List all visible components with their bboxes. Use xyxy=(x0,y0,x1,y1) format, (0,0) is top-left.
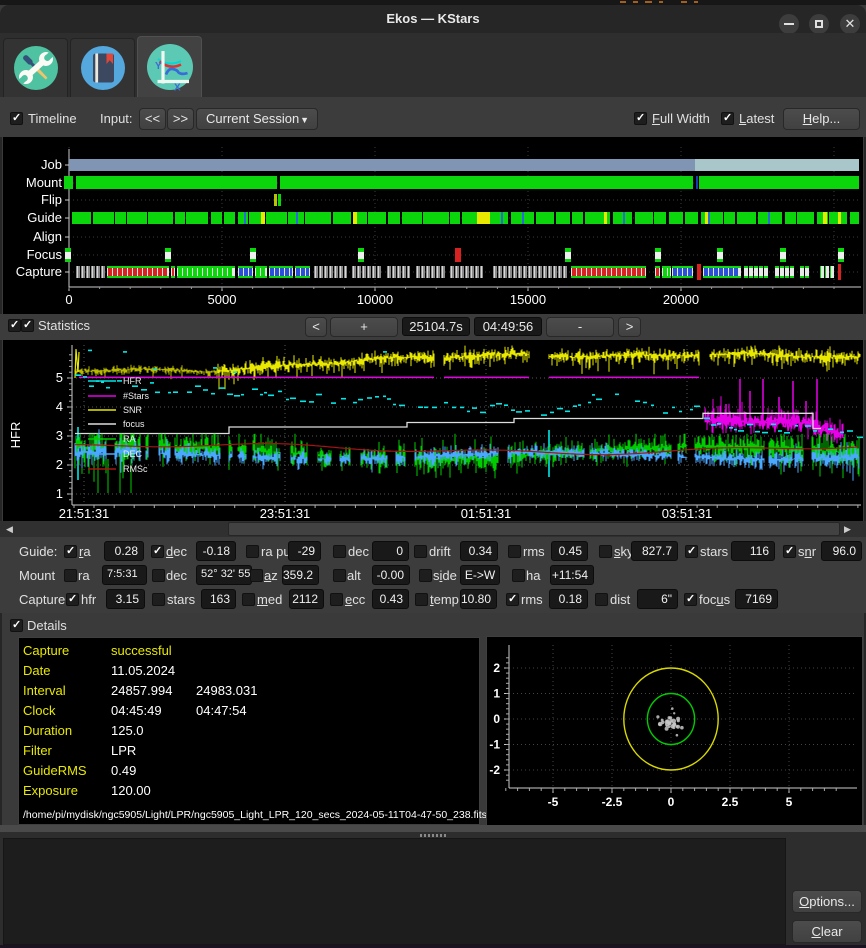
svg-text:2: 2 xyxy=(493,661,500,675)
svg-text:2.5: 2.5 xyxy=(722,795,739,809)
svg-text:5000: 5000 xyxy=(208,292,237,307)
svg-text:5: 5 xyxy=(786,795,793,809)
svg-text:Mount: Mount xyxy=(26,175,63,190)
svg-text:Guide: Guide xyxy=(27,210,62,225)
svg-text:-2.5: -2.5 xyxy=(602,795,623,809)
svg-text:5: 5 xyxy=(56,370,63,385)
svg-text:1: 1 xyxy=(493,687,500,701)
svg-text:0: 0 xyxy=(65,292,72,307)
svg-text:HFR: HFR xyxy=(8,422,23,449)
svg-text:0: 0 xyxy=(493,712,500,726)
svg-text:HFR: HFR xyxy=(123,376,142,386)
svg-text:DEC: DEC xyxy=(123,449,143,459)
svg-text:0: 0 xyxy=(668,795,675,809)
svg-text:-2: -2 xyxy=(489,763,500,777)
svg-text:Capture: Capture xyxy=(16,264,62,279)
svg-text:RA: RA xyxy=(123,434,136,444)
svg-text:2: 2 xyxy=(56,457,63,472)
svg-text:3: 3 xyxy=(56,428,63,443)
svg-text:Focus: Focus xyxy=(27,247,63,262)
svg-text:RMSc: RMSc xyxy=(123,464,148,474)
svg-text:Flip: Flip xyxy=(41,192,62,207)
svg-text:focus: focus xyxy=(123,419,145,429)
svg-text:01:51:31: 01:51:31 xyxy=(461,506,512,521)
svg-text:Job: Job xyxy=(41,157,62,172)
svg-text:10000: 10000 xyxy=(357,292,393,307)
svg-text:20000: 20000 xyxy=(663,292,699,307)
svg-text:4: 4 xyxy=(56,399,63,414)
svg-text:03:51:31: 03:51:31 xyxy=(662,506,713,521)
svg-text:Align: Align xyxy=(33,229,62,244)
svg-text:#Stars: #Stars xyxy=(123,391,150,401)
svg-text:X: X xyxy=(174,83,181,91)
svg-text:SNR: SNR xyxy=(123,405,143,415)
svg-text:1: 1 xyxy=(56,486,63,501)
svg-text:-5: -5 xyxy=(548,795,559,809)
svg-text:15000: 15000 xyxy=(510,292,546,307)
svg-text:-1: -1 xyxy=(489,738,500,752)
svg-text:21:51:31: 21:51:31 xyxy=(59,506,110,521)
svg-text:23:51:31: 23:51:31 xyxy=(260,506,311,521)
